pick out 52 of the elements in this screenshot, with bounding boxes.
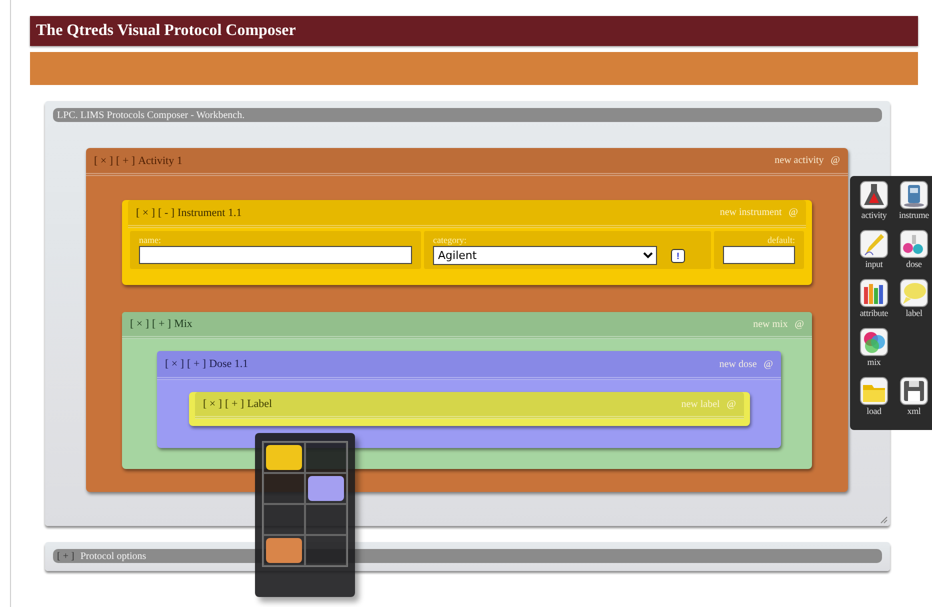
workbench-title: LPC. LIMS Protocols Composer - Workbench. <box>53 108 882 122</box>
load-tool-icon[interactable] <box>860 377 888 405</box>
tool-label[interactable]: label <box>906 307 922 319</box>
block-title: Label <box>247 398 272 410</box>
block-title: Instrument 1.1 <box>178 206 242 218</box>
default-input[interactable] <box>723 246 795 264</box>
add-link[interactable]: @ <box>830 155 840 166</box>
dose-tool-icon[interactable] <box>900 230 928 258</box>
name-input[interactable] <box>139 246 412 264</box>
color-cell[interactable] <box>305 504 347 535</box>
field-label: name: <box>139 234 162 246</box>
toggle-control[interactable]: [ + ] <box>116 154 136 166</box>
block-title: Dose 1.1 <box>209 358 248 370</box>
info-button[interactable]: ! <box>671 248 685 262</box>
block-title: Mix <box>174 318 192 330</box>
expand-control[interactable]: [ + ] <box>57 550 74 562</box>
add-link[interactable]: new activity <box>774 155 824 166</box>
tool-label[interactable]: dose <box>906 258 922 270</box>
tool-label[interactable]: activity <box>861 209 887 221</box>
toggle-control[interactable]: [ + ] <box>152 318 172 330</box>
input-tool-icon[interactable] <box>860 230 888 258</box>
remove-control[interactable]: [ × ] <box>203 398 222 410</box>
protocol-options-title: Protocol options <box>80 550 146 562</box>
app-title: The Qtreds Visual Protocol Composer <box>30 16 918 46</box>
color-cell[interactable] <box>263 473 305 504</box>
xml-tool-icon[interactable] <box>900 377 928 405</box>
tool-label[interactable]: xml <box>907 405 921 417</box>
color-cell[interactable] <box>305 442 347 473</box>
category-select[interactable]: Agilent <box>433 246 657 265</box>
tool-label[interactable]: mix <box>867 356 881 368</box>
activity-tool-icon[interactable] <box>860 181 888 209</box>
attribute-tool-icon[interactable] <box>860 279 888 307</box>
remove-control[interactable]: [ × ] <box>136 206 156 218</box>
toggle-control[interactable]: [ + ] <box>225 398 244 410</box>
resize-grip-icon[interactable] <box>880 516 888 524</box>
tool-label[interactable]: instrume <box>899 209 929 221</box>
remove-control[interactable]: [ × ] <box>165 358 184 370</box>
mix-tool-icon[interactable] <box>860 328 888 356</box>
tool-label[interactable]: load <box>866 405 882 417</box>
tool-label[interactable]: attribute <box>860 307 888 319</box>
toggle-control[interactable]: [ + ] <box>187 358 206 370</box>
remove-control[interactable]: [ × ] <box>130 318 150 330</box>
field-label: category: <box>433 234 468 246</box>
toggle-control[interactable]: [ - ] <box>158 206 175 218</box>
field-label: default: <box>768 234 795 246</box>
tool-label[interactable]: input <box>865 258 883 270</box>
instrument-tool-icon[interactable] <box>900 181 928 209</box>
block-title: Activity 1 <box>138 154 182 166</box>
label-tool-icon[interactable] <box>900 279 928 307</box>
color-cell[interactable] <box>263 504 305 535</box>
remove-control[interactable]: [ × ] <box>94 154 114 166</box>
color-cell[interactable] <box>305 535 347 566</box>
